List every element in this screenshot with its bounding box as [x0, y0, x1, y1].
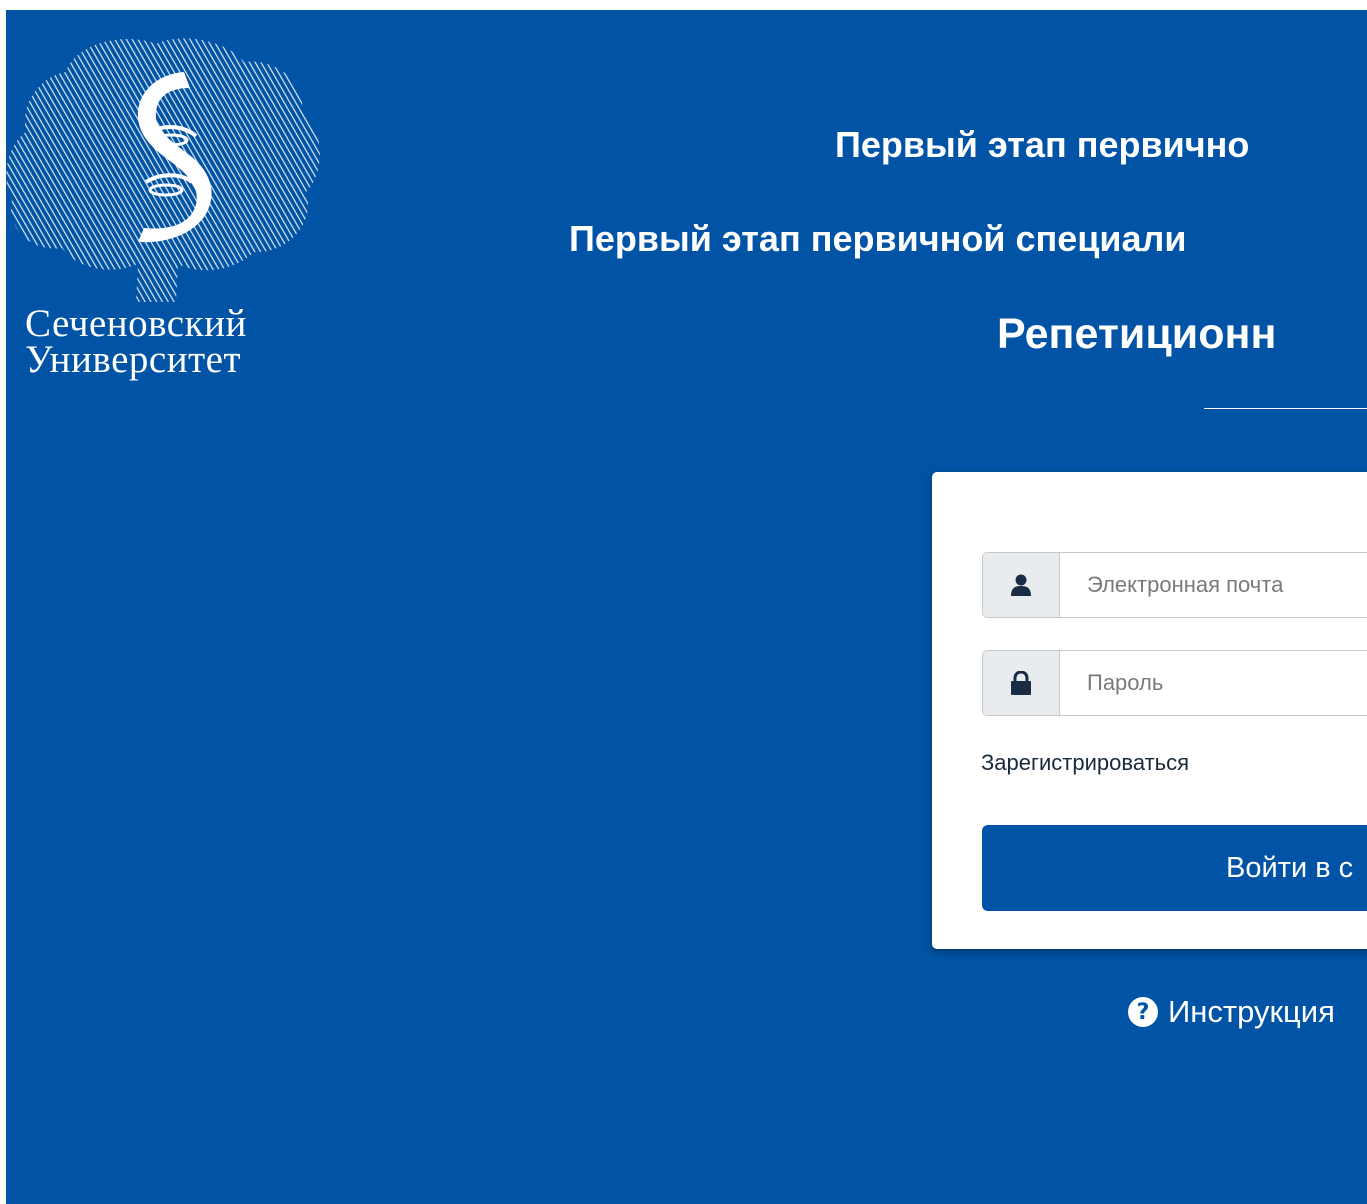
lock-icon: [1011, 671, 1031, 695]
page-title-line2: Первый этап первичной специали: [569, 218, 1187, 259]
page-title-line1: Первый этап первично: [835, 124, 1250, 165]
tree-dna-icon: [6, 38, 320, 302]
university-name-line1: Сеченовский: [25, 302, 247, 345]
title-divider: [1204, 408, 1367, 409]
university-name: Сеченовский Университет: [25, 302, 247, 381]
register-link[interactable]: Зарегистрироваться: [981, 750, 1189, 776]
password-input[interactable]: [1063, 651, 1367, 715]
login-card: Зарегистрироваться Войти в с: [932, 472, 1367, 949]
password-field-group: [982, 650, 1367, 716]
email-addon: [983, 553, 1060, 617]
login-button[interactable]: Войти в с: [982, 825, 1367, 911]
instruction-label: Инструкция: [1168, 994, 1335, 1029]
user-icon: [1011, 574, 1031, 596]
question-circle-icon: ?: [1128, 997, 1158, 1027]
university-name-line2: Университет: [25, 338, 242, 381]
password-addon: [983, 651, 1060, 715]
page-title-line3: Репетиционн: [997, 310, 1277, 358]
page-background: Сеченовский Университет Первый этап перв…: [6, 10, 1367, 1204]
email-input[interactable]: [1063, 553, 1367, 617]
instruction-link[interactable]: ? Инструкция: [1128, 994, 1335, 1030]
email-field-group: [982, 552, 1367, 618]
university-logo[interactable]: [6, 32, 326, 302]
